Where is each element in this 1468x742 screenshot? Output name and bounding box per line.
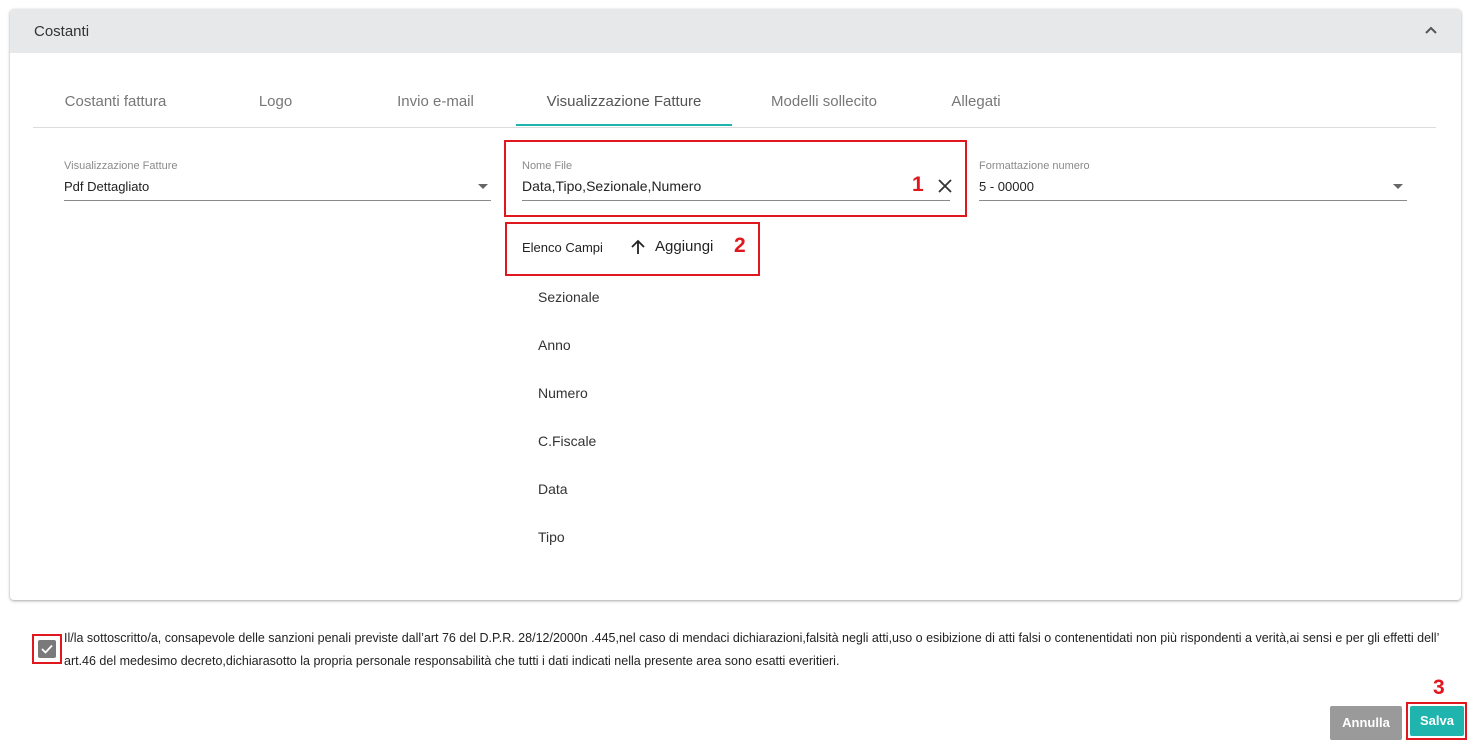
formattazione-select[interactable]: 5 - 00000: [979, 179, 1034, 194]
costanti-panel: Costanti Costanti fattura Logo Invio e-m…: [10, 9, 1461, 600]
declaration-text: Il/la sottoscritto/a, consapevole delle …: [64, 631, 1439, 668]
tab-allegati[interactable]: Allegati: [916, 83, 1036, 126]
check-icon: [38, 644, 56, 662]
campo-item[interactable]: Tipo: [538, 529, 565, 545]
tab-modelli-sollecito[interactable]: Modelli sollecito: [732, 83, 916, 126]
annotation-box-1: [504, 140, 967, 217]
formattazione-underline: [979, 200, 1407, 201]
panel-header[interactable]: Costanti: [10, 9, 1461, 53]
campo-item[interactable]: C.Fiscale: [538, 433, 596, 449]
annotation-number-1: 1: [912, 173, 924, 196]
chevron-down-icon[interactable]: [1393, 184, 1403, 189]
annotation-number-2: 2: [734, 234, 746, 257]
visualizzazione-select[interactable]: Pdf Dettagliato: [64, 179, 149, 194]
formattazione-label: Formattazione numero: [979, 160, 1090, 172]
cancel-button[interactable]: Annulla: [1330, 706, 1402, 740]
campo-item[interactable]: Anno: [538, 337, 571, 353]
tab-visualizzazione-fatture[interactable]: Visualizzazione Fatture: [516, 83, 732, 126]
annotation-number-3: 3: [1433, 676, 1445, 699]
arrow-up-icon: [628, 237, 648, 262]
tab-bar: Costanti fattura Logo Invio e-mail Visua…: [33, 83, 1436, 128]
campo-item[interactable]: Data: [538, 481, 568, 497]
declaration-checkbox[interactable]: [38, 640, 56, 658]
aggiungi-label: Aggiungi: [655, 238, 714, 255]
chevron-up-icon[interactable]: [1419, 19, 1443, 43]
save-button[interactable]: Salva: [1410, 706, 1464, 736]
visualizzazione-label: Visualizzazione Fatture: [64, 160, 178, 172]
campo-item[interactable]: Numero: [538, 385, 588, 401]
panel-title: Costanti: [34, 23, 90, 40]
campo-item[interactable]: Sezionale: [538, 289, 600, 305]
tab-invio-email[interactable]: Invio e-mail: [353, 83, 518, 126]
chevron-down-icon[interactable]: [478, 184, 488, 189]
tab-costanti-fattura[interactable]: Costanti fattura: [33, 83, 198, 126]
visualizzazione-underline: [64, 200, 491, 201]
elenco-campi-label: Elenco Campi: [522, 240, 603, 255]
tab-logo[interactable]: Logo: [198, 83, 353, 126]
